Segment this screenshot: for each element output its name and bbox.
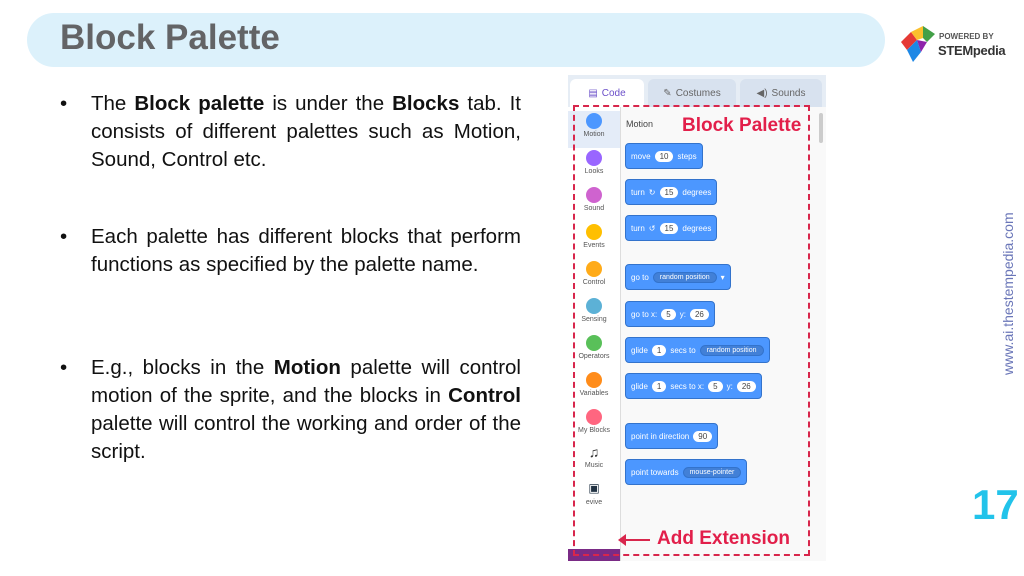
- tab-costumes[interactable]: ✎ Costumes: [648, 79, 736, 107]
- stempedia-logo-icon: [901, 26, 935, 62]
- tab-code[interactable]: ▤ Code: [570, 79, 644, 107]
- bullet-palettes: Each palette has different blocks that p…: [60, 223, 521, 279]
- page-number: 17: [972, 481, 1019, 528]
- logo-powered-text: POWERED BY: [939, 32, 994, 41]
- side-url: www.ai.thestempedia.com: [1000, 212, 1016, 375]
- palette-scrollbar[interactable]: [819, 113, 823, 143]
- speaker-icon: ◀): [756, 87, 768, 99]
- arrow-left-icon: [618, 534, 650, 546]
- editor-tabs: ▤ Code ✎ Costumes ◀) Sounds: [568, 75, 826, 107]
- add-extension-annotation: Add Extension: [657, 528, 791, 549]
- slide-title: Block Palette: [60, 18, 280, 57]
- logo-brand-text: STEMpedia: [938, 43, 1006, 58]
- stempedia-logo: POWERED BY STEMpedia: [897, 22, 1007, 70]
- brush-icon: ✎: [663, 87, 672, 99]
- block-palette-annotation: Block Palette: [682, 115, 802, 136]
- code-icon: ▤: [588, 87, 598, 99]
- bullet-block-palette: The Block palette is under the Blocks ta…: [60, 90, 521, 174]
- bullet-example: E.g., blocks in the Motion palette will …: [60, 354, 521, 466]
- palette-highlight-box: [573, 105, 810, 556]
- tab-sounds[interactable]: ◀) Sounds: [740, 79, 822, 107]
